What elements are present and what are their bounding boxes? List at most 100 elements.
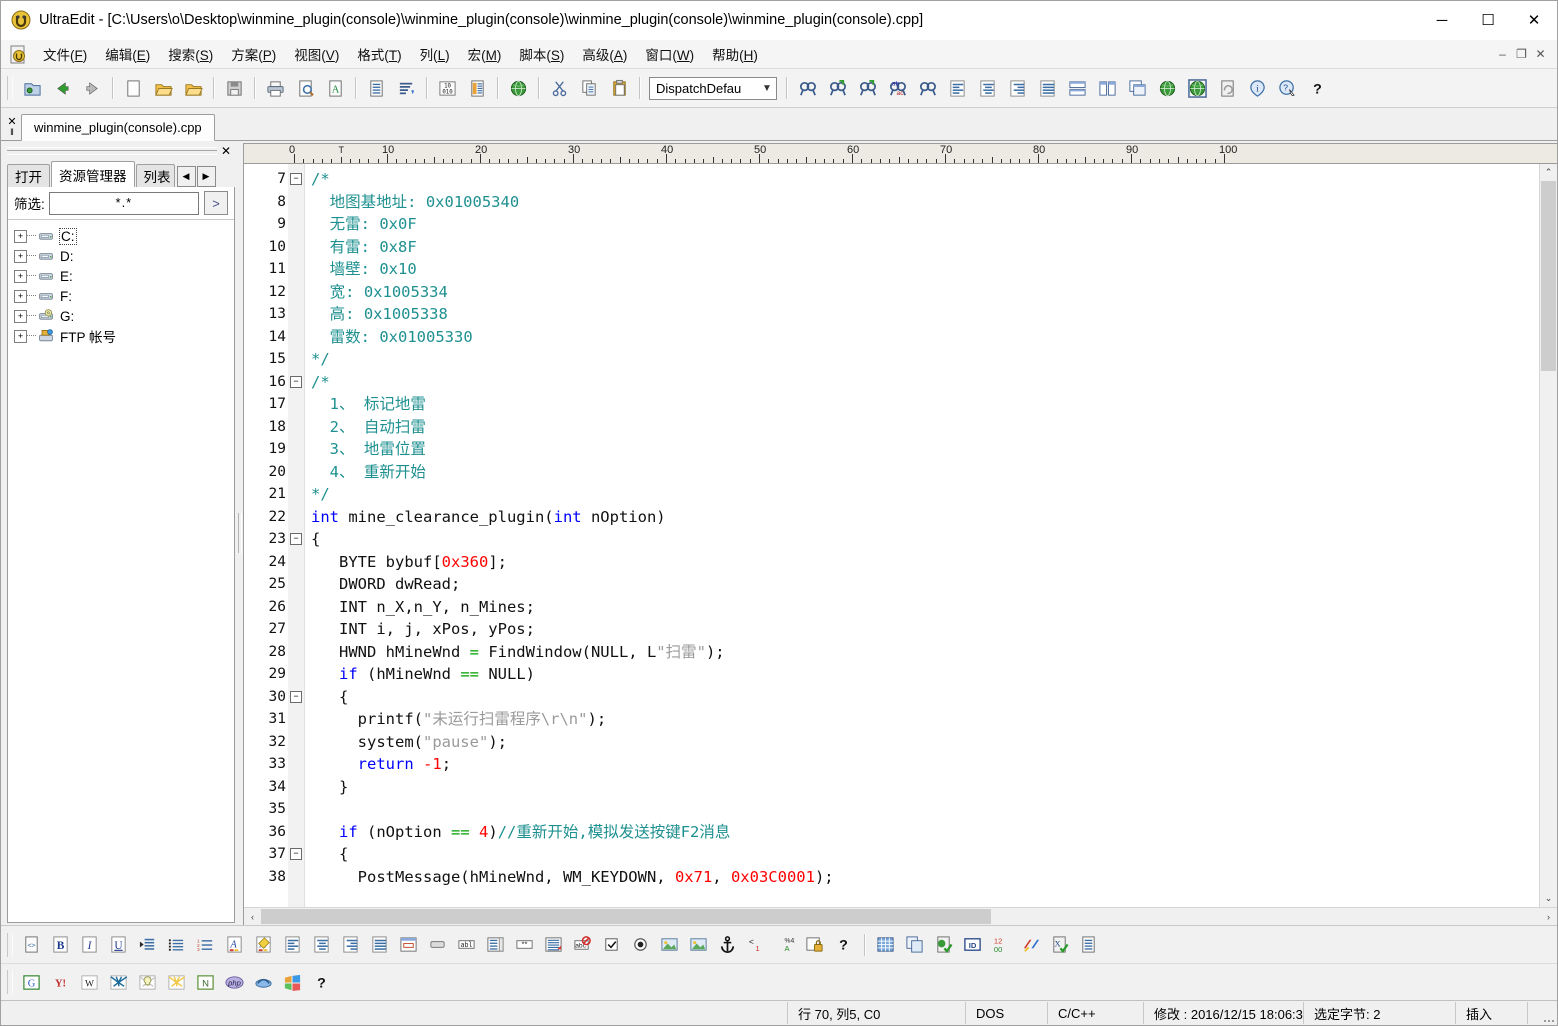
mdi-restore-button[interactable]: ❐ (1513, 46, 1530, 62)
radio-button-button-21[interactable] (626, 930, 655, 959)
replace-button[interactable]: ab ac (882, 73, 912, 103)
tree-expand-icon[interactable]: + (14, 309, 27, 323)
lexer-combobox[interactable]: DispatchDefau ▼ (649, 76, 777, 100)
underline-button-3[interactable]: U (104, 930, 133, 959)
menu-item-2[interactable]: 搜索(S) (159, 41, 222, 67)
scroll-up-button[interactable]: ⌃ (1540, 164, 1557, 181)
fold-cell[interactable] (288, 776, 304, 799)
mdi-close-button[interactable]: ✕ (1532, 46, 1549, 62)
fold-cell[interactable] (288, 573, 304, 596)
panel-tab-打开[interactable]: 打开 (7, 164, 50, 187)
fold-collapse-icon[interactable]: − (290, 848, 302, 861)
html-toolbar-grip[interactable] (7, 932, 13, 957)
highlight-button-8[interactable]: A (249, 930, 278, 959)
tree-expand-icon[interactable]: + (14, 289, 27, 303)
indent-button-4[interactable] (133, 930, 162, 959)
dictionary-button-3[interactable] (104, 968, 133, 997)
fold-cell[interactable] (288, 236, 304, 259)
bullet-list-button-5[interactable] (162, 930, 191, 959)
menu-item-1[interactable]: 编辑(E) (96, 41, 159, 67)
font-color-button-7[interactable]: A (220, 930, 249, 959)
refresh-page-button[interactable] (1212, 73, 1242, 103)
panel-tab-列表[interactable]: 列表 (135, 164, 175, 187)
scroll-right-button[interactable]: › (1540, 908, 1557, 925)
fold-cell[interactable] (288, 596, 304, 619)
vertical-scroll-thumb[interactable] (1541, 181, 1556, 371)
horizontal-scroll-thumb[interactable] (261, 909, 991, 924)
table-button-29[interactable] (871, 930, 900, 959)
copy-button[interactable] (574, 73, 604, 103)
align-right-button-11[interactable] (336, 930, 365, 959)
align-left-button[interactable] (942, 73, 972, 103)
browser-button[interactable] (503, 73, 533, 103)
align-left-button-9[interactable] (278, 930, 307, 959)
cut-button[interactable] (544, 73, 574, 103)
anchor-button-24[interactable] (713, 930, 742, 959)
menu-item-3[interactable]: 方案(P) (222, 41, 285, 67)
google-button-0[interactable]: G (17, 968, 46, 997)
fold-cell[interactable] (288, 191, 304, 214)
status-resize-grip[interactable] (1527, 1002, 1557, 1024)
print-button[interactable] (260, 73, 290, 103)
perl-button-8[interactable] (249, 968, 278, 997)
reference-button-5[interactable] (162, 968, 191, 997)
tab-scroll-prev-button[interactable]: ◀ (176, 166, 196, 187)
tree-expand-icon[interactable]: + (14, 269, 27, 283)
special-char-button-25[interactable]: <1 (742, 930, 771, 959)
vertical-scroll-track[interactable] (1540, 181, 1557, 890)
save-button[interactable] (219, 73, 249, 103)
forward-arrow-button[interactable] (77, 73, 107, 103)
tree-item-FTP 帐号[interactable]: + FTP 帐号 (14, 326, 234, 346)
fold-cell[interactable] (288, 438, 304, 461)
fold-cell[interactable] (288, 708, 304, 731)
tree-item-F:[interactable]: + F: (14, 286, 234, 306)
tile-horizontal-button[interactable] (1062, 73, 1092, 103)
picture-button-23[interactable] (684, 930, 713, 959)
bold-button-1[interactable]: B (46, 930, 75, 959)
project-open-button[interactable] (17, 73, 47, 103)
filter-input[interactable]: *.* (48, 191, 199, 215)
msdn-button-9[interactable] (278, 968, 307, 997)
new-file-button[interactable] (118, 73, 148, 103)
toolbar-grip[interactable] (7, 76, 13, 100)
fold-cell[interactable] (288, 618, 304, 641)
sort-button[interactable] (391, 73, 421, 103)
menu-item-8[interactable]: 脚本(S) (510, 41, 573, 67)
tree-expand-icon[interactable]: + (14, 229, 27, 243)
fold-cell[interactable] (288, 461, 304, 484)
fold-cell[interactable] (288, 821, 304, 844)
fold-cell[interactable] (288, 731, 304, 754)
list-box-button-16[interactable] (481, 930, 510, 959)
menu-item-4[interactable]: 视图(V) (285, 41, 348, 67)
numbering-button-33[interactable]: 12 00 (987, 930, 1016, 959)
fold-cell[interactable] (288, 551, 304, 574)
help-button[interactable]: ? (1302, 73, 1332, 103)
menu-item-10[interactable]: 窗口(W) (636, 41, 703, 67)
scroll-left-button[interactable]: ‹ (244, 908, 261, 925)
id-button-32[interactable]: ID (958, 930, 987, 959)
fold-cell[interactable]: − (288, 843, 304, 866)
fold-cell[interactable] (288, 281, 304, 304)
table-copy-button-30[interactable] (900, 930, 929, 959)
editor-text-area[interactable]: 7 8 9 10 11 12 13 14 15 16 17 18 19 20 21 22 23 24 25 26 27 2… (244, 164, 1539, 907)
document-button[interactable] (361, 73, 391, 103)
tree-expand-icon[interactable]: + (14, 329, 27, 343)
tile-vertical-button[interactable] (1092, 73, 1122, 103)
fold-cell[interactable] (288, 258, 304, 281)
find-button[interactable] (792, 73, 822, 103)
find-prev-button[interactable] (852, 73, 882, 103)
fold-collapse-icon[interactable]: − (290, 375, 302, 388)
text-field-button-15[interactable]: abl (452, 930, 481, 959)
find-next-button[interactable] (822, 73, 852, 103)
fold-margin[interactable]: − − − − − (288, 164, 305, 907)
maximize-button[interactable]: ☐ (1465, 2, 1511, 38)
menu-item-7[interactable]: 宏(M) (459, 41, 511, 67)
horizontal-scrollbar[interactable]: ‹ › (244, 907, 1557, 925)
html-tag-button-0[interactable]: <> (17, 930, 46, 959)
fold-cell[interactable] (288, 506, 304, 529)
fold-cell[interactable]: − (288, 371, 304, 394)
panel-close-icon[interactable]: ✕ (217, 144, 235, 158)
fold-cell[interactable] (288, 483, 304, 506)
help-button-10[interactable]: ? (307, 968, 336, 997)
tree-expand-icon[interactable]: + (14, 249, 27, 263)
